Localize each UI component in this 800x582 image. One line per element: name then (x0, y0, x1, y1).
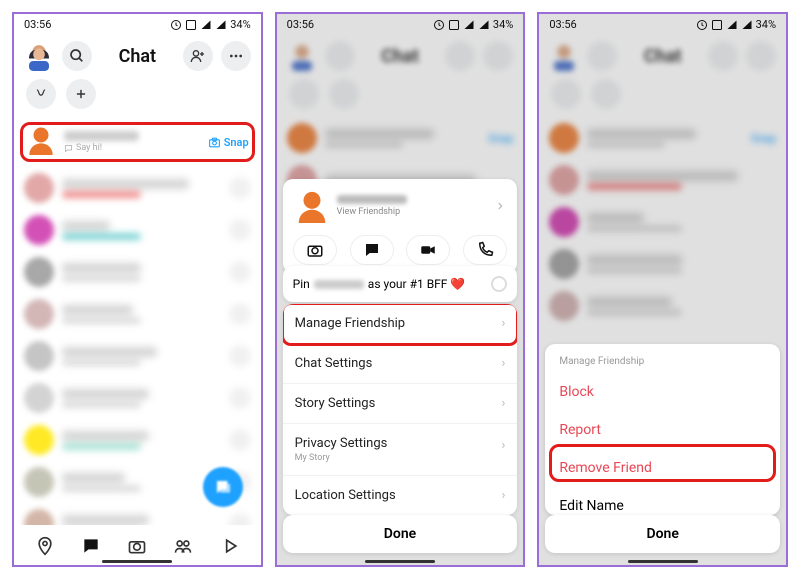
block-row[interactable]: Block (545, 373, 780, 411)
snap-action-button[interactable] (293, 235, 337, 265)
settings-card: Manage Friendship › Chat Settings › Stor… (283, 304, 518, 515)
call-action-button[interactable] (463, 235, 507, 265)
view-friendship-label: View Friendship (337, 207, 488, 217)
chat-row[interactable] (20, 209, 255, 251)
chat-row[interactable] (20, 167, 255, 209)
filter-button[interactable] (26, 79, 56, 109)
camera-icon (208, 136, 221, 149)
chat-action-button[interactable] (350, 235, 394, 265)
remove-friend-row[interactable]: Remove Friend (545, 449, 780, 487)
say-hi-label: Say hi! (76, 143, 102, 153)
more-button[interactable] (221, 41, 251, 71)
chat-row[interactable] (20, 419, 255, 461)
pin-radio[interactable] (491, 276, 507, 292)
new-chat-button[interactable] (66, 79, 96, 109)
chat-settings-row[interactable]: Chat Settings › (283, 344, 518, 384)
story-settings-row[interactable]: Story Settings › (283, 384, 518, 424)
tabbar (14, 525, 261, 565)
profile-avatar[interactable] (24, 41, 54, 71)
new-snap-fab[interactable] (203, 467, 243, 507)
home-indicator (365, 560, 435, 563)
chat-icon (363, 241, 381, 259)
pin-prefix: Pin (293, 277, 310, 291)
home-indicator (102, 560, 172, 563)
done-button[interactable]: Done (545, 515, 780, 553)
phone-icon (476, 241, 494, 259)
chevron-right-icon (495, 201, 505, 211)
phone-panel-1: 03:56 34% Chat (12, 12, 263, 567)
chat-icon (64, 144, 73, 153)
page-title: Chat (100, 46, 175, 67)
chat-row-highlighted[interactable]: Say hi! Snap (20, 117, 255, 167)
privacy-settings-row[interactable]: Privacy Settings My Story › (283, 424, 518, 476)
sheet-title: Manage Friendship (545, 352, 780, 373)
chat-tab[interactable] (78, 533, 104, 559)
manage-friendship-sheet: Manage Friendship Block Report Remove Fr… (545, 344, 780, 515)
contact-avatar-icon (295, 189, 329, 223)
phone-panel-2: 03:56 34% Chat Snap (275, 12, 526, 567)
contact-avatar-icon (26, 125, 56, 159)
pin-bff-row[interactable]: Pin as your #1 BFF ❤️ (283, 266, 518, 302)
statusbar: 03:56 34% (14, 14, 261, 35)
chat-row[interactable] (20, 293, 255, 335)
phone-panel-3: 03:56 34% Chat Snap Manage Friendship (537, 12, 788, 567)
report-row[interactable]: Report (545, 411, 780, 449)
profile-card: View Friendship (283, 179, 518, 273)
stories-tab[interactable] (170, 533, 196, 559)
search-button[interactable] (62, 41, 92, 71)
status-battery: 34% (230, 18, 250, 31)
done-button[interactable]: Done (283, 515, 518, 553)
camera-icon (306, 241, 324, 259)
video-action-button[interactable] (406, 235, 450, 265)
home-indicator (628, 560, 698, 563)
chat-row[interactable] (20, 251, 255, 293)
location-settings-row[interactable]: Location Settings › (283, 476, 518, 515)
chat-row[interactable] (20, 335, 255, 377)
manage-friendship-row[interactable]: Manage Friendship › (283, 304, 518, 344)
camera-tab[interactable] (124, 533, 150, 559)
spotlight-tab[interactable] (217, 533, 243, 559)
chat-header: Chat (14, 35, 261, 77)
chevron-right-icon: › (501, 316, 505, 331)
snap-button[interactable]: Snap (208, 136, 249, 149)
map-tab[interactable] (32, 533, 58, 559)
profile-header-row[interactable]: View Friendship (287, 187, 514, 231)
video-icon (419, 241, 437, 259)
add-friend-button[interactable] (183, 41, 213, 71)
pin-suffix: as your #1 BFF ❤️ (368, 277, 466, 291)
status-time: 03:56 (24, 18, 51, 31)
chat-row[interactable] (20, 377, 255, 419)
